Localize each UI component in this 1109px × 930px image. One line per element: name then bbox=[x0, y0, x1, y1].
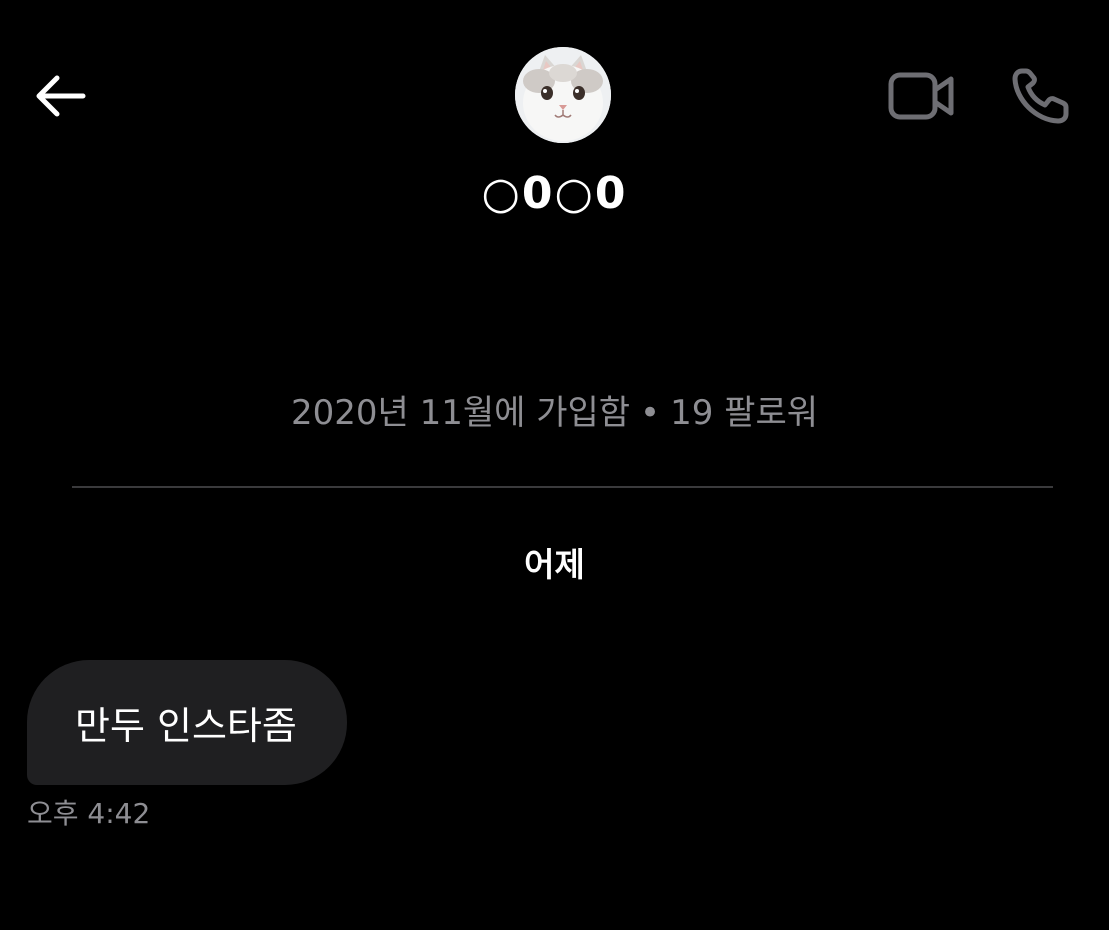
meta-separator: • bbox=[640, 393, 661, 433]
message-timestamp: 오후 4:42 bbox=[27, 797, 151, 830]
avatar[interactable] bbox=[515, 47, 611, 143]
back-button[interactable] bbox=[30, 68, 90, 124]
video-call-button[interactable] bbox=[884, 66, 958, 126]
arrow-left-icon bbox=[36, 75, 86, 117]
joined-date: 2020년 11월에 가입함 bbox=[290, 393, 631, 433]
message-bubble[interactable]: 만두 인스타좀 bbox=[27, 660, 347, 785]
divider bbox=[72, 486, 1053, 488]
video-camera-icon bbox=[888, 72, 954, 120]
kitten-avatar-image bbox=[515, 47, 611, 143]
message-text: 만두 인스타좀 bbox=[75, 704, 297, 748]
day-label: 어제 bbox=[524, 545, 585, 584]
username-title[interactable]: ○0○0 bbox=[0, 168, 1109, 220]
followers-count: 19 팔로워 bbox=[670, 393, 819, 433]
profile-meta: 2020년 11월에 가입함 • 19 팔로워 bbox=[0, 392, 1109, 434]
phone-icon bbox=[1012, 68, 1069, 124]
phone-call-button[interactable] bbox=[1008, 64, 1074, 128]
